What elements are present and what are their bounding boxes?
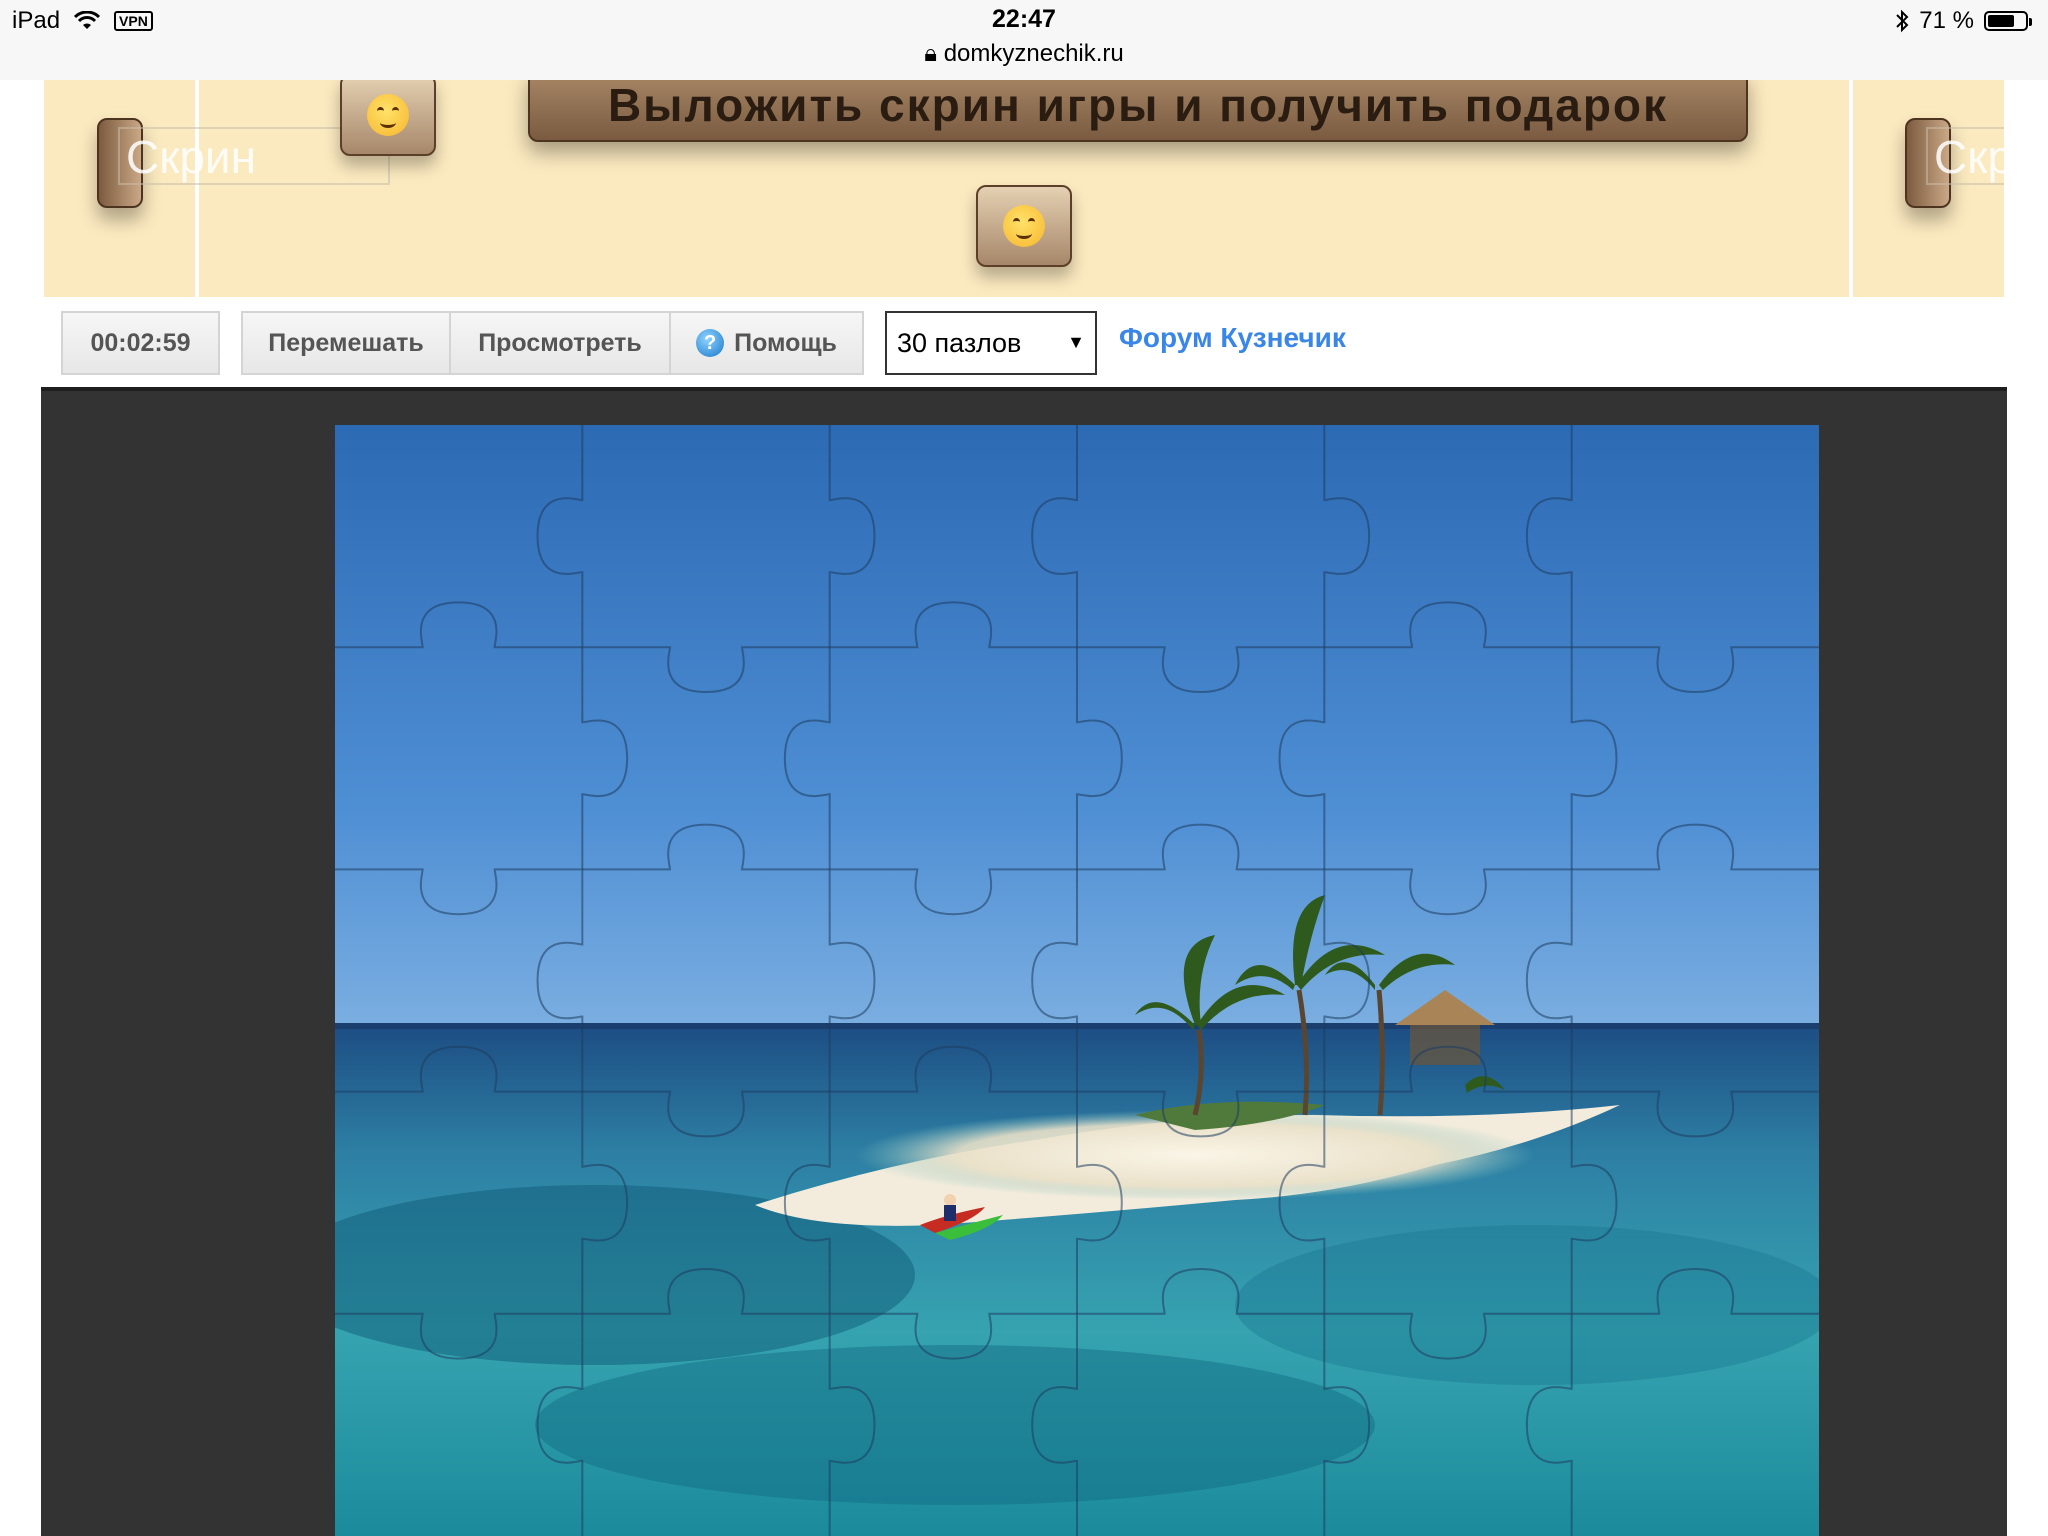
- preview-label: Просмотреть: [478, 328, 642, 357]
- preview-button[interactable]: Просмотреть: [449, 311, 671, 375]
- battery-icon: [1984, 11, 2032, 31]
- help-button[interactable]: ? Помощь: [669, 311, 864, 375]
- timer-text: 00:02:59: [90, 328, 191, 357]
- screen-label-right: Скр: [1926, 127, 2004, 185]
- promo-button[interactable]: Выложить скрин игры и получить подарок: [528, 80, 1748, 142]
- shuffle-button[interactable]: Перемешать: [241, 311, 451, 375]
- status-right: 71 %: [1895, 6, 2032, 36]
- clock: 22:47: [992, 5, 1056, 33]
- puzzle-board[interactable]: [335, 425, 1819, 1536]
- lock-icon: 🔒︎: [924, 40, 938, 67]
- hug-emoji-button[interactable]: [340, 80, 436, 156]
- shuffle-label: Перемешать: [268, 328, 424, 357]
- hugging-face-icon: [1003, 205, 1045, 247]
- help-label: Помощь: [734, 328, 837, 357]
- forum-link[interactable]: Форум Кузнечик: [1119, 322, 1346, 354]
- hug-emoji-button-center[interactable]: [976, 185, 1072, 267]
- ios-status-bar: iPad VPN 22:47 🔒︎ domkyznechik.ru 71 %: [0, 0, 2048, 80]
- hugging-face-icon: [367, 94, 409, 136]
- address-bar[interactable]: 🔒︎ domkyznechik.ru: [0, 40, 2048, 68]
- promo-banner: Скрин Выложить скрин игры и получить под…: [44, 80, 2004, 297]
- address-text: domkyznechik.ru: [943, 40, 1124, 67]
- help-icon: ?: [696, 329, 725, 357]
- banner-divider: [195, 80, 199, 297]
- dropdown-arrow-icon: ▼: [1067, 332, 1085, 352]
- piece-count-select[interactable]: 30 пазлов ▼: [885, 311, 1097, 375]
- bluetooth-icon: [1896, 9, 1909, 33]
- battery-level: [1988, 15, 2014, 27]
- banner-divider: [1849, 80, 1853, 297]
- game-area: [41, 387, 2007, 1536]
- piece-count-value: 30 пазлов: [897, 328, 1022, 358]
- timer-display: 00:02:59: [61, 311, 220, 375]
- battery-percent: 71 %: [1919, 7, 1974, 34]
